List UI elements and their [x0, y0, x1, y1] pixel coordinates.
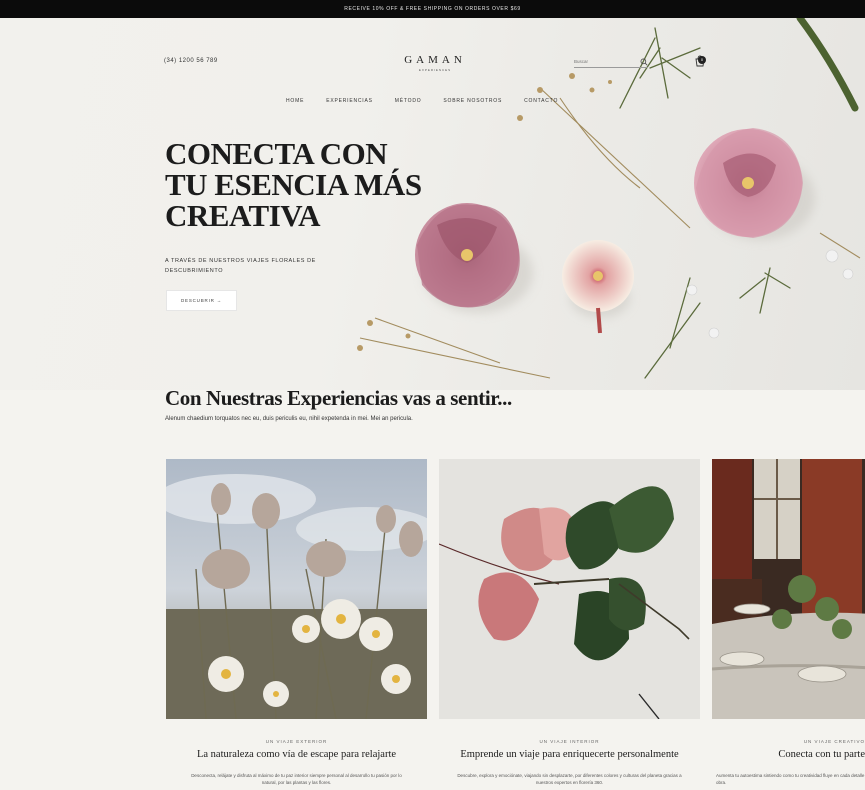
logo-subtext: EXPERIENCES [418, 68, 452, 72]
hero-title-line: CONECTA CON [165, 136, 388, 171]
search-box[interactable] [574, 56, 648, 68]
logo-text: GAMAN [404, 54, 466, 66]
dining-table-photo [712, 459, 865, 719]
experiences-description: Alenum chaedium torquatos nec eu, duis p… [165, 416, 413, 422]
nav-item-metodo[interactable]: MÉTODO [395, 98, 422, 104]
card-title[interactable]: Conecta con tu parte [712, 749, 865, 760]
hero-title-line: TU ESENCIA MÁS [165, 167, 422, 202]
phone-number[interactable]: (34) 1200 56 789 [164, 58, 218, 64]
promo-bar: RECEIVE 10% OFF & FREE SHIPPING ON ORDER… [0, 0, 865, 18]
hero-flowers-image [357, 18, 861, 379]
hero-subtitle: A TRAVÉS DE NUESTROS VIAJES FLORALES DE … [165, 258, 316, 274]
logo[interactable]: GAMAN EXPERIENCES [395, 54, 475, 72]
experience-card[interactable]: UN VIAJE INTERIOR Emprende un viaje para… [439, 459, 700, 785]
card-inner: UN VIAJE CREATIVO Conecta con tu parte A… [712, 459, 865, 790]
card-kicker: UN VIAJE CREATIVO [803, 739, 865, 744]
card-title[interactable]: Emprende un viaje para enriquecerte pers… [439, 749, 700, 760]
search-icon[interactable] [640, 58, 648, 66]
wildflowers-photo [166, 459, 427, 719]
nav-item-experiencias[interactable]: EXPERIENCIAS [326, 98, 373, 104]
hero-section: (34) 1200 56 789 GAMAN EXPERIENCES 0 HOM… [0, 18, 865, 390]
card-title[interactable]: La naturaleza como vía de escape para re… [166, 749, 427, 760]
card-kicker: UN VIAJE INTERIOR [539, 739, 600, 744]
hibiscus-photo [439, 459, 700, 719]
nav-item-sobre-nosotros[interactable]: SOBRE NOSOTROS [443, 98, 502, 104]
hero-title: CONECTA CON TU ESENCIA MÁS CREATIVA [165, 138, 422, 231]
card-image[interactable] [712, 459, 865, 719]
card-image[interactable] [166, 459, 427, 719]
card-text: Descubre, explora y emociónate, viajando… [457, 773, 682, 785]
nav-item-home[interactable]: HOME [286, 98, 304, 104]
cart-count-badge: 0 [698, 56, 706, 64]
experiences-title: Con Nuestras Experiencias vas a sentir..… [165, 386, 512, 410]
card-image[interactable] [439, 459, 700, 719]
discover-button[interactable]: DESCUBRIR → [166, 290, 237, 311]
experience-card[interactable]: UN VIAJE CREATIVO Conecta con tu parte A… [712, 459, 865, 790]
main-nav: HOME EXPERIENCIAS MÉTODO SOBRE NOSOTROS … [286, 98, 580, 104]
hero-title-line: CREATIVA [165, 198, 321, 233]
experience-card[interactable]: UN VIAJE EXTERIOR La naturaleza como vía… [166, 459, 427, 785]
card-kicker: UN VIAJE EXTERIOR [265, 739, 328, 744]
nav-item-contacto[interactable]: CONTACTO [524, 98, 558, 104]
card-text: Aumenta tu autoestima sintiendo como tu … [716, 773, 865, 785]
promo-text: RECEIVE 10% OFF & FREE SHIPPING ON ORDER… [344, 6, 521, 12]
search-input[interactable] [574, 59, 629, 64]
card-text: Desconecta, relájate y disfruta al máxim… [191, 773, 402, 785]
